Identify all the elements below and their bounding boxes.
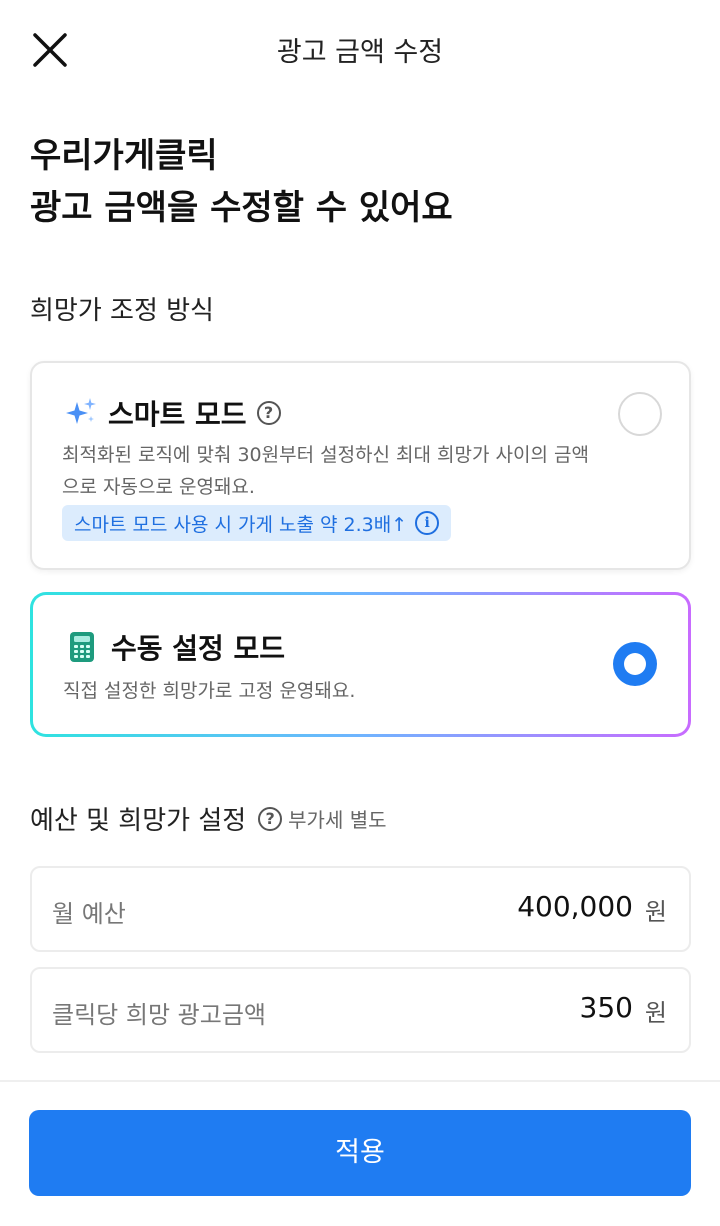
budget-section-label: 예산 및 희망가 설정: [30, 806, 247, 836]
bid-per-click-label: 클릭당 희망 광고금액: [52, 1001, 266, 1029]
smart-mode-badge: 스마트 모드 사용 시 가게 노출 약 2.3배↑ i: [62, 505, 452, 541]
headline: 우리가게클릭 광고 금액을 수정할 수 있어요: [30, 130, 453, 234]
help-icon[interactable]: ?: [258, 806, 283, 831]
apply-button[interactable]: 적용: [29, 1110, 691, 1196]
adjust-method-label: 희망가 조정 방식: [30, 296, 214, 326]
smart-mode-description-line2: 으로 자동으로 운영돼요.: [62, 476, 255, 498]
calculator-icon: [70, 632, 94, 662]
page-title: 광고 금액 수정: [276, 37, 444, 68]
smart-mode-title: 스마트 모드: [108, 398, 247, 431]
bid-per-click-unit: 원: [644, 999, 667, 1027]
smart-mode-card[interactable]: 스마트 모드 ? 최적화된 로직에 맞춰 30원부터 설정하신 최대 희망가 사…: [30, 361, 691, 570]
footer-divider: [0, 1080, 720, 1082]
bid-per-click-field[interactable]: 클릭당 희망 광고금액 350 원: [30, 967, 691, 1053]
info-icon[interactable]: i: [415, 511, 440, 535]
monthly-budget-value: 400,000: [517, 890, 633, 923]
help-icon[interactable]: ?: [256, 401, 281, 425]
manual-mode-title: 수동 설정 모드: [111, 632, 286, 665]
sparkles-icon: [66, 398, 96, 424]
monthly-budget-unit: 원: [644, 898, 667, 926]
headline-line2: 광고 금액을 수정할 수 있어요: [30, 188, 453, 228]
smart-mode-description-line1: 최적화된 로직에 맞춰 30원부터 설정하신 최대 희망가 사이의 금액: [62, 444, 589, 466]
headline-line1: 우리가게클릭: [30, 136, 218, 176]
smart-mode-description: 최적화된 로직에 맞춰 30원부터 설정하신 최대 희망가 사이의 금액 으로 …: [62, 439, 589, 503]
manual-mode-radio[interactable]: [613, 642, 657, 686]
bid-per-click-value: 350: [579, 991, 633, 1024]
monthly-budget-label: 월 예산: [52, 900, 126, 928]
manual-mode-description: 직접 설정한 희망가로 고정 운영돼요.: [63, 680, 356, 702]
header: 광고 금액 수정: [0, 0, 720, 96]
budget-section-header: 예산 및 희망가 설정 ? 부가세 별도: [30, 800, 387, 837]
manual-mode-card[interactable]: 수동 설정 모드 직접 설정한 희망가로 고정 운영돼요.: [30, 592, 691, 737]
smart-mode-badge-text: 스마트 모드 사용 시 가게 노출 약 2.3배↑: [74, 513, 408, 536]
monthly-budget-field[interactable]: 월 예산 400,000 원: [30, 866, 691, 952]
smart-mode-radio[interactable]: [618, 392, 662, 436]
vat-note: 부가세 별도: [288, 808, 387, 832]
